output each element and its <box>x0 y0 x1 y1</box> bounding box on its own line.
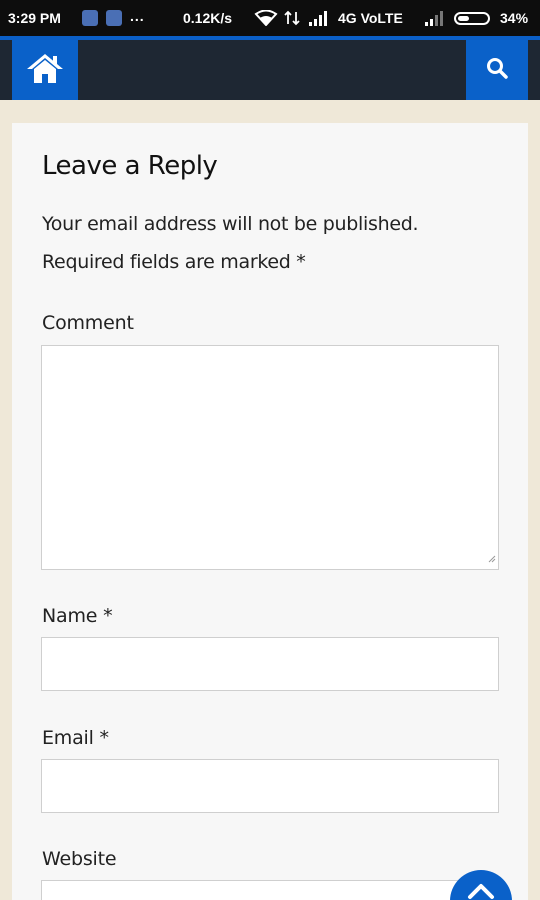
required-fields-note: Required fields are marked * <box>42 251 306 273</box>
status-bar: 3:29 PM ... 0.12K/s 4G VoLTE 34% <box>0 0 540 36</box>
name-field[interactable] <box>41 637 499 691</box>
network-type: 4G VoLTE <box>338 10 403 26</box>
signal-strength-icon <box>308 10 330 29</box>
search-icon <box>486 57 508 83</box>
wifi-icon <box>254 9 278 29</box>
facebook-notification-icon <box>82 10 98 26</box>
comment-textarea[interactable] <box>41 345 499 570</box>
email-label: Email * <box>42 727 109 749</box>
battery-icon <box>454 12 490 25</box>
battery-percent: 34% <box>500 10 529 26</box>
comment-label: Comment <box>42 312 134 334</box>
signal-strength-icon <box>424 10 446 29</box>
comment-form-card: Leave a Reply Your email address will no… <box>12 123 528 900</box>
search-button[interactable] <box>466 40 528 100</box>
website-label: Website <box>42 848 117 870</box>
home-icon <box>25 51 65 89</box>
home-button[interactable] <box>12 40 78 100</box>
name-label: Name * <box>42 605 113 627</box>
more-notifications-indicator: ... <box>130 8 145 24</box>
facebook-notification-icon <box>106 10 122 26</box>
top-nav-bar <box>0 36 540 100</box>
status-time: 3:29 PM <box>8 10 61 26</box>
network-speed: 0.12K/s <box>183 10 233 26</box>
data-transfer-icon <box>284 10 300 29</box>
website-field[interactable] <box>41 880 499 900</box>
resize-handle-icon[interactable] <box>488 548 496 567</box>
email-field[interactable] <box>41 759 499 813</box>
email-privacy-note: Your email address will not be published… <box>42 213 419 235</box>
chevron-up-icon <box>467 882 495 900</box>
page-title: Leave a Reply <box>42 151 218 181</box>
form-notes: Your email address will not be published… <box>42 205 419 281</box>
